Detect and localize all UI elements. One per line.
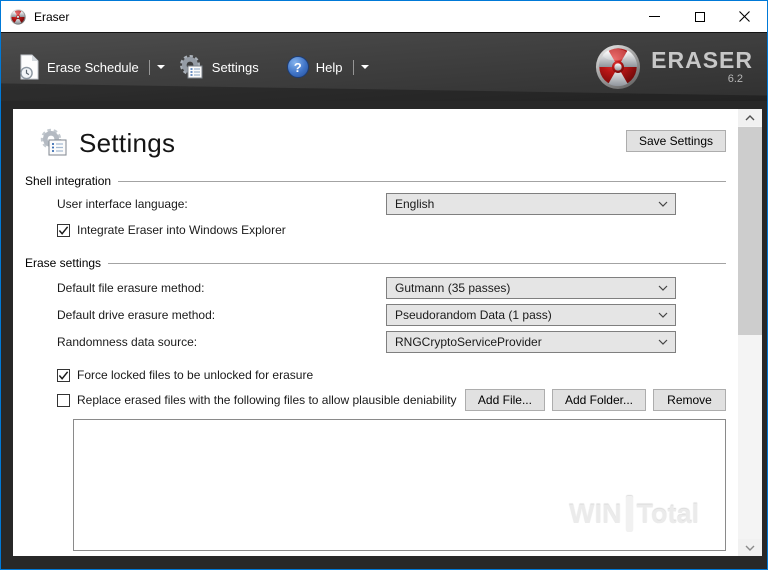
chevron-up-icon [745, 114, 755, 120]
add-folder-button[interactable]: Add Folder... [551, 389, 646, 411]
integrate-explorer-checkbox[interactable] [57, 223, 70, 237]
language-selected-value: English [395, 197, 435, 211]
drive-erasure-method-value: Pseudorandom Data (1 pass) [395, 308, 552, 322]
integrate-explorer-label[interactable]: Integrate Eraser into Windows Explorer [77, 223, 286, 237]
logo-name: ERASER [651, 47, 753, 73]
wintotal-watermark: WIN Total [569, 496, 699, 532]
group-label: Erase settings [25, 256, 102, 270]
chevron-down-icon [658, 285, 668, 291]
erase-settings-group-header: Erase settings [25, 256, 726, 270]
drive-erasure-method-label: Default drive erasure method: [57, 308, 216, 322]
chevron-down-icon [658, 339, 668, 345]
toolbar-item-label: Help [315, 59, 343, 75]
replace-erased-checkbox[interactable] [57, 393, 70, 407]
maximize-button[interactable] [677, 1, 722, 32]
window-title: Eraser [34, 9, 70, 24]
minimize-icon [649, 16, 660, 17]
main-toolbar: Erase Schedule Settings ? Help ERASER 6.… [1, 32, 767, 101]
replace-erased-label[interactable]: Replace erased files with the following … [77, 393, 457, 407]
title-bar[interactable]: Eraser [1, 1, 767, 32]
randomness-source-dropdown[interactable]: RNGCryptoServiceProvider [386, 331, 676, 353]
file-erasure-method-label: Default file erasure method: [57, 281, 205, 295]
drive-erasure-method-dropdown[interactable]: Pseudorandom Data (1 pass) [386, 304, 676, 326]
settings-page-icon [40, 128, 67, 156]
page-title: Settings [79, 127, 176, 158]
settings-gear-icon [179, 55, 203, 79]
checkmark-icon [58, 370, 69, 380]
integrate-explorer-row: Integrate Eraser into Windows Explorer [57, 223, 726, 237]
erase-schedule-icon [20, 54, 39, 80]
language-label: User interface language: [57, 197, 188, 211]
body-area: Settings Save Settings Shell integration… [1, 101, 767, 569]
remove-button[interactable]: Remove [653, 389, 726, 411]
randomness-source-label: Randomness data source: [57, 335, 198, 349]
file-erasure-method-value: Gutmann (35 passes) [395, 281, 511, 295]
save-settings-button[interactable]: Save Settings [625, 130, 726, 152]
file-erasure-method-row: Default file erasure method: Gutmann (35… [57, 276, 726, 300]
logo-text: ERASER 6.2 [651, 49, 753, 85]
group-divider-line [108, 262, 726, 264]
toolbar-item-label: Erase Schedule [47, 59, 139, 75]
toolbar-separator [148, 59, 150, 75]
help-icon: ? [286, 56, 309, 78]
replace-erased-row: Replace erased files with the following … [57, 388, 726, 412]
watermark-left: WIN [569, 498, 622, 529]
randomness-source-row: Randomness data source: RNGCryptoService… [57, 330, 726, 354]
logo-version: 6.2 [727, 73, 743, 85]
chevron-down-icon [745, 545, 755, 551]
settings-panel: Settings Save Settings Shell integration… [13, 109, 762, 556]
file-list-buttons: Add File... Add Folder... Remove [464, 389, 726, 411]
eraser-window: Eraser Erase Schedule Settings ? Help ER… [0, 0, 768, 570]
radiation-logo-icon [596, 44, 641, 90]
scrollbar-down-button[interactable] [738, 539, 762, 556]
eraser-app-icon [10, 8, 26, 25]
force-locked-label[interactable]: Force locked files to be unlocked for er… [77, 368, 313, 382]
force-locked-checkbox[interactable] [57, 368, 70, 382]
watermark-right: Total [636, 498, 700, 529]
erase-schedule-dropdown-caret[interactable] [156, 65, 165, 69]
page-header: Settings Save Settings [25, 125, 726, 161]
toolbar-item-label: Settings [211, 59, 259, 75]
minimize-button[interactable] [632, 1, 677, 32]
help-dropdown-caret[interactable] [360, 65, 369, 69]
file-erasure-method-dropdown[interactable]: Gutmann (35 passes) [386, 277, 676, 299]
toolbar-item-help[interactable]: ? Help [286, 56, 343, 78]
drive-erasure-method-row: Default drive erasure method: Pseudorand… [57, 303, 726, 327]
group-label: Shell integration [25, 174, 112, 188]
chevron-down-icon [658, 312, 668, 318]
window-controls [632, 1, 767, 32]
group-divider-line [118, 180, 726, 182]
eraser-brand-logo: ERASER 6.2 [595, 44, 753, 90]
checkmark-icon [58, 225, 69, 235]
toolbar-item-erase-schedule[interactable]: Erase Schedule [19, 54, 139, 80]
watermark-bar [625, 496, 633, 532]
close-button[interactable] [722, 1, 767, 32]
scrollbar-up-button[interactable] [738, 109, 762, 126]
add-file-button[interactable]: Add File... [464, 389, 545, 411]
language-row: User interface language: English [57, 192, 726, 216]
force-locked-row: Force locked files to be unlocked for er… [57, 367, 726, 383]
language-dropdown[interactable]: English [386, 193, 676, 215]
chevron-down-icon [658, 201, 668, 207]
shell-integration-group-header: Shell integration [25, 174, 726, 188]
close-icon [739, 11, 750, 22]
settings-content: Settings Save Settings Shell integration… [13, 109, 738, 556]
plausible-deniability-file-list[interactable]: WIN Total [73, 419, 726, 551]
toolbar-item-settings[interactable]: Settings [179, 54, 259, 80]
vertical-scrollbar[interactable] [738, 109, 762, 556]
toolbar-separator [352, 59, 354, 75]
scrollbar-thumb[interactable] [738, 127, 762, 335]
maximize-icon [694, 11, 705, 22]
randomness-source-value: RNGCryptoServiceProvider [395, 335, 542, 349]
